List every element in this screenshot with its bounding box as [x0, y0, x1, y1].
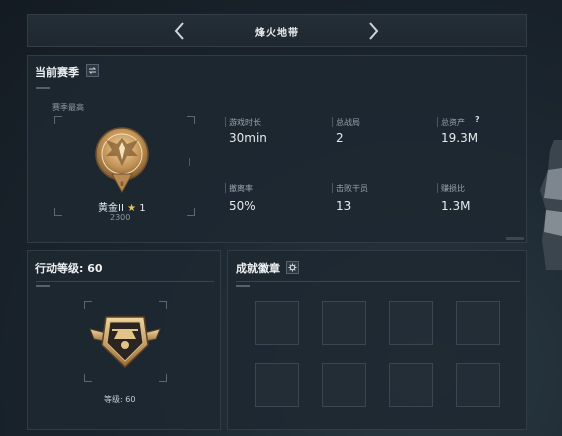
achievement-settings-button[interactable] [286, 261, 299, 274]
action-level-title: 行动等级: 60 [35, 262, 103, 275]
stat-label-play-time: 游戏时长 [229, 118, 261, 127]
stat-value-total-assets: 19.3M [441, 131, 479, 145]
gear-icon [288, 263, 297, 272]
stat-value-extract-rate: 50% [229, 199, 256, 213]
rank-stars: 1 [139, 203, 146, 214]
badge-slot[interactable] [322, 363, 366, 407]
stat-label-total-matches: 总战局 [336, 118, 360, 127]
season-best-label: 赛季最高 [52, 103, 84, 112]
help-icon[interactable]: ? [475, 115, 480, 124]
svg-text:II: II [120, 181, 124, 188]
badge-slot[interactable] [255, 301, 299, 345]
stat-label-extract-rate: 撤离率 [229, 184, 253, 193]
badge-slot[interactable] [456, 301, 500, 345]
rank-line: 黄金II ★ 1 [98, 199, 146, 214]
stat-label-kills: 击败干员 [336, 184, 368, 193]
header-bar: 烽火地带 [27, 14, 527, 47]
stat-value-kills: 13 [336, 199, 352, 213]
badge-slot[interactable] [255, 363, 299, 407]
level-text: 等级: 60 [104, 395, 136, 404]
season-title: 当前赛季 [35, 66, 79, 79]
achievements-title: 成就徽章 [236, 262, 280, 275]
stat-value-profit-ratio: 1.3M [441, 199, 471, 213]
badge-slot[interactable] [322, 301, 366, 345]
stat-value-play-time: 30min [229, 131, 267, 145]
swap-button[interactable] [86, 64, 99, 77]
stat-label-profit-ratio: 赚损比 [441, 184, 465, 193]
swap-icon [88, 67, 97, 74]
stat-label-total-assets: 总资产 [441, 118, 465, 127]
badge-slot[interactable] [389, 363, 433, 407]
page-title: 烽火地带 [255, 28, 299, 39]
stat-value-total-matches: 2 [336, 131, 344, 145]
season-panel: 当前赛季 赛季最高 II 黄金II ★ 1 2300 游戏时长 30min 总战… [27, 55, 527, 243]
action-level-panel: 行动等级: 60 等级: 60 [27, 250, 221, 430]
badge-slot[interactable] [456, 363, 500, 407]
level-emblem-icon [89, 316, 161, 369]
achievements-panel: 成就徽章 [227, 250, 527, 430]
next-arrow-icon[interactable] [362, 19, 384, 43]
rank-score: 2300 [110, 213, 131, 222]
gold-rank-badge-icon: II [95, 127, 149, 194]
badge-slot[interactable] [389, 301, 433, 345]
character-figure-icon [540, 140, 562, 270]
